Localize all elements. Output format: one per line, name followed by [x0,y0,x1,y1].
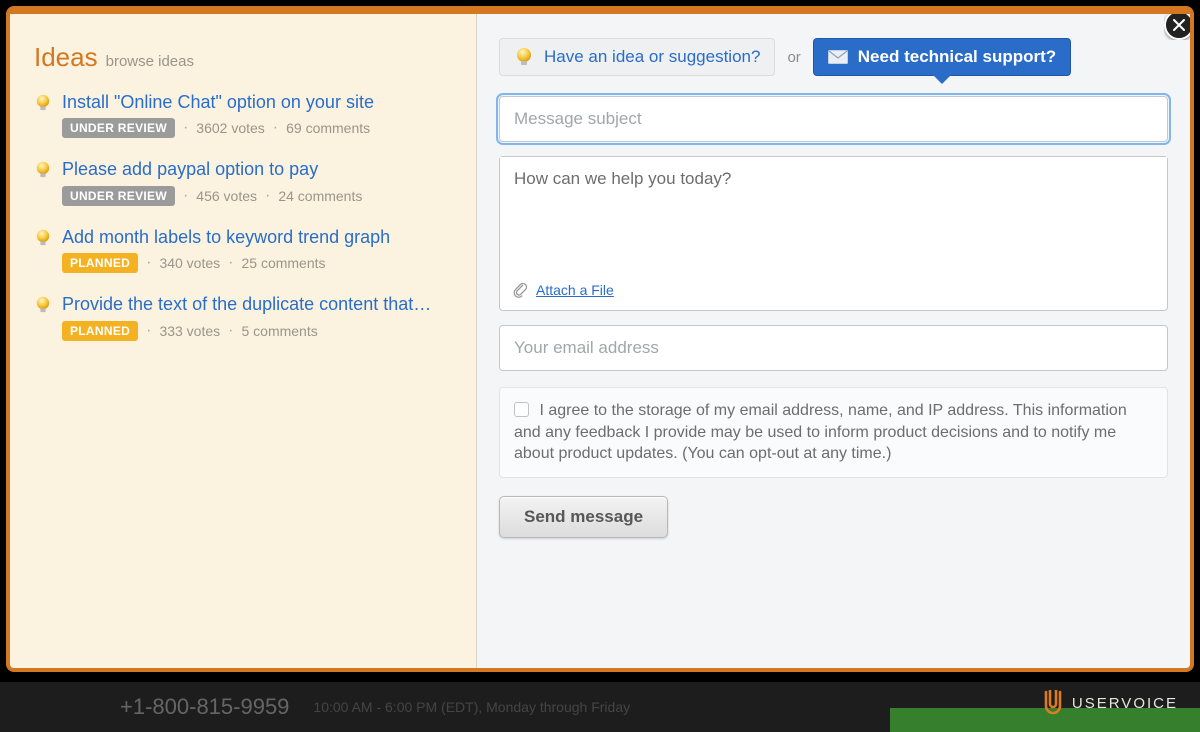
idea-votes: 340 votes [159,255,220,271]
idea-title-link[interactable]: Add month labels to keyword trend graph [62,226,452,249]
support-tab-label: Need technical support? [858,47,1056,67]
uservoice-brand-label: USERVOICE [1072,695,1178,712]
mode-switch-row: Have an idea or suggestion? or Need tech… [499,38,1168,76]
meta-separator: · [228,322,233,340]
meta-separator: · [265,187,270,205]
idea-comments: 24 comments [278,188,362,204]
idea-item: Add month labels to keyword trend graph P… [34,226,452,273]
page-footer: +1-800-815-9959 10:00 AM - 6:00 PM (EDT)… [0,682,1200,732]
uservoice-logo-icon [1042,690,1064,716]
lightbulb-icon [514,47,534,67]
meta-separator: · [146,254,151,272]
meta-separator: · [146,322,151,340]
attach-file-link[interactable]: Attach a File [536,282,614,298]
close-icon [1173,19,1185,31]
consent-checkbox[interactable] [514,402,529,417]
idea-item: Install "Online Chat" option on your sit… [34,91,452,138]
widget-frame: Ideas browse ideas Install "Online Chat"… [6,6,1194,672]
idea-comments: 69 comments [286,120,370,136]
idea-votes: 3602 votes [196,120,265,136]
browse-ideas-link[interactable]: browse ideas [106,53,194,70]
consent-label[interactable]: I agree to the storage of my email addre… [514,402,1127,462]
meta-separator: · [273,119,278,137]
support-form-pane: Have an idea or suggestion? or Need tech… [477,14,1190,668]
idea-item: Please add paypal option to pay UNDER REV… [34,158,452,205]
message-body-input[interactable] [500,157,1167,269]
close-button[interactable] [1164,10,1194,40]
meta-separator: · [183,187,188,205]
or-label: or [787,49,800,66]
meta-separator: · [183,119,188,137]
send-message-button[interactable]: Send message [499,496,668,538]
ideas-header: Ideas browse ideas [34,42,452,73]
idea-comments: 5 comments [241,323,317,339]
idea-item: Provide the text of the duplicate conten… [34,293,452,340]
footer-phone: +1-800-815-9959 [120,694,289,720]
idea-votes: 456 votes [196,188,257,204]
lightbulb-icon [34,296,52,314]
consent-text: I agree to the storage of my email addre… [514,402,1127,462]
paperclip-icon [512,282,528,298]
meta-separator: · [228,254,233,272]
status-badge: UNDER REVIEW [62,118,175,138]
subject-input[interactable] [499,96,1168,142]
idea-votes: 333 votes [159,323,220,339]
lightbulb-icon [34,161,52,179]
status-badge: PLANNED [62,253,138,273]
idea-tab[interactable]: Have an idea or suggestion? [499,38,775,76]
status-badge: PLANNED [62,321,138,341]
ideas-title: Ideas [34,42,98,73]
ideas-list: Install "Online Chat" option on your sit… [34,91,452,341]
idea-tab-label: Have an idea or suggestion? [544,47,760,67]
lightbulb-icon [34,94,52,112]
email-input[interactable] [499,325,1168,371]
idea-comments: 25 comments [241,255,325,271]
ideas-sidebar: Ideas browse ideas Install "Online Chat"… [10,14,477,668]
support-tab[interactable]: Need technical support? [813,38,1071,76]
idea-title-link[interactable]: Provide the text of the duplicate conten… [62,293,452,316]
consent-box: I agree to the storage of my email addre… [499,387,1168,478]
uservoice-brand[interactable]: USERVOICE [1042,690,1178,716]
footer-hours: 10:00 AM - 6:00 PM (EDT), Monday through… [313,699,630,715]
idea-title-link[interactable]: Please add paypal option to pay [62,158,452,181]
attach-row: Attach a File [500,274,1167,310]
lightbulb-icon [34,229,52,247]
idea-title-link[interactable]: Install "Online Chat" option on your sit… [62,91,452,114]
mail-icon [828,50,848,64]
status-badge: UNDER REVIEW [62,186,175,206]
message-body-container: Attach a File [499,156,1168,311]
